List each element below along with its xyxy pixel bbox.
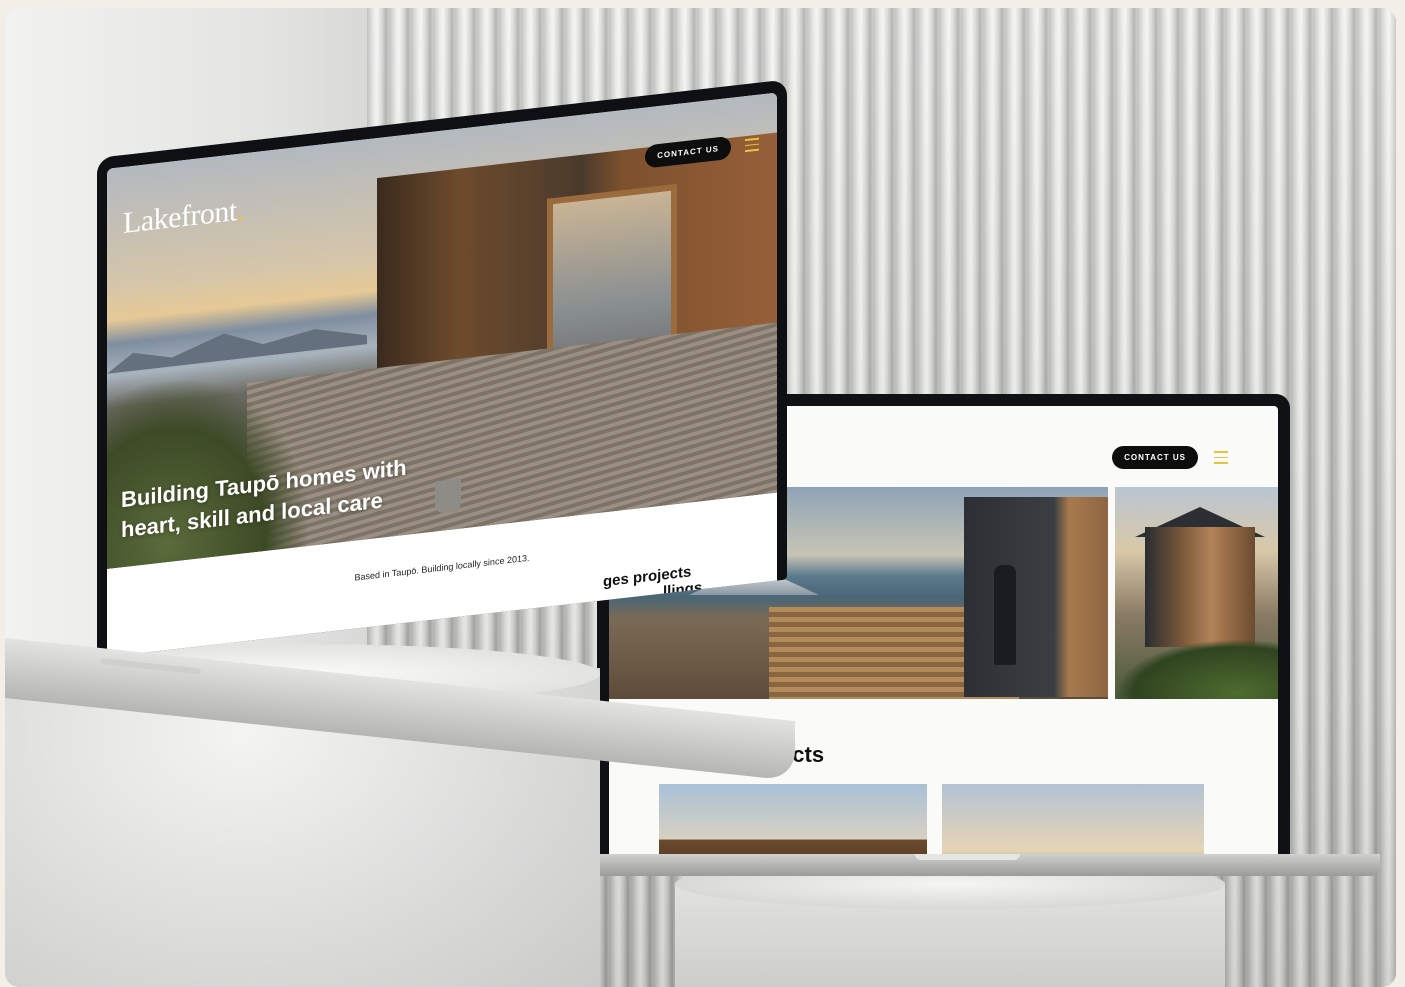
mountains-shape (107, 314, 367, 374)
laptop-left: Lakefront. CONTACT US Building Taupō hom… (97, 79, 787, 659)
header-nav-right: CONTACT US (1112, 446, 1228, 469)
laptop-notch (915, 854, 1020, 860)
house-shape (1145, 527, 1255, 647)
laptop-notch (101, 658, 201, 675)
laptop-right-base (575, 854, 1380, 876)
hamburger-menu-icon[interactable] (1214, 451, 1228, 464)
brand-dot: . (236, 193, 244, 228)
house-shape (964, 497, 1108, 697)
laptop-left-screen: Lakefront. CONTACT US Building Taupō hom… (107, 92, 777, 657)
hamburger-menu-icon[interactable] (745, 137, 759, 152)
contact-us-button[interactable]: CONTACT US (1112, 446, 1198, 469)
person-shape (994, 565, 1016, 665)
concrete-pedestal-right (675, 859, 1225, 987)
mockup-stage: CONTACT US Recent projects (5, 8, 1396, 987)
bush-shape (1115, 639, 1278, 699)
project-photo-house (1115, 487, 1278, 699)
